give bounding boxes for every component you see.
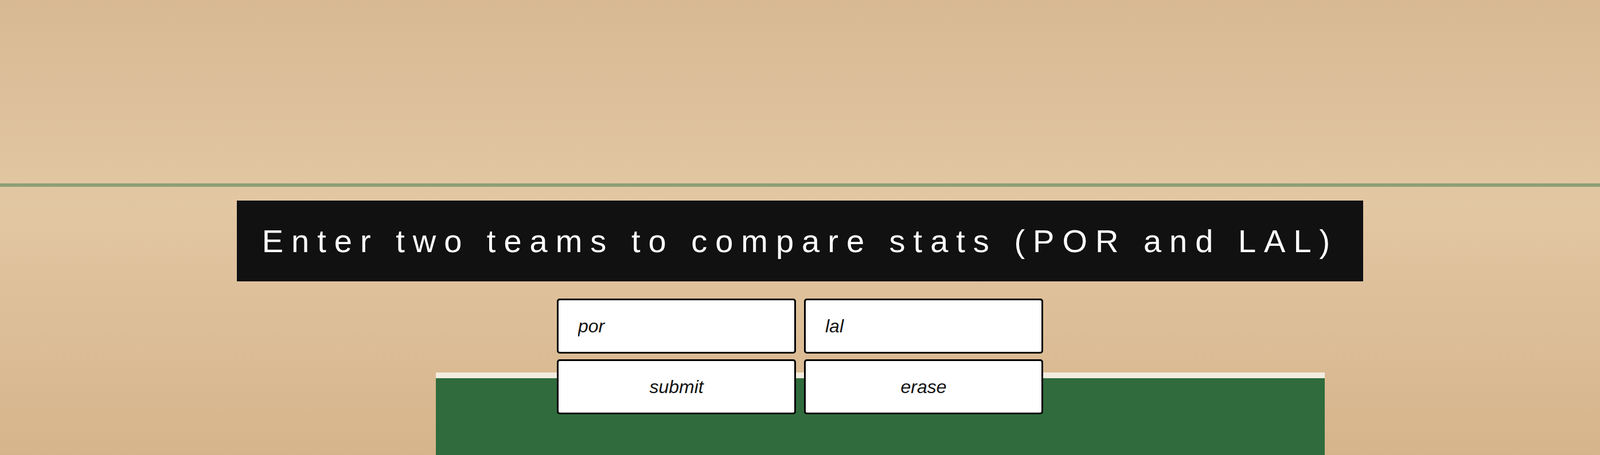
banner-title: Enter two teams to compare stats (POR an… [262, 222, 1339, 260]
erase-button[interactable]: erase [804, 359, 1044, 415]
background-photo: Enter two teams to compare stats (POR an… [0, 0, 1600, 455]
team-input[interactable] [556, 298, 796, 354]
submit-button[interactable]: submit [556, 359, 796, 415]
compare-form: Enter two teams to compare stats (POR an… [0, 0, 1600, 415]
team-input[interactable] [804, 298, 1044, 354]
banner: Enter two teams to compare stats (POR an… [236, 200, 1364, 282]
court-line [0, 183, 1600, 187]
form-grid: submiterase [556, 298, 1044, 415]
